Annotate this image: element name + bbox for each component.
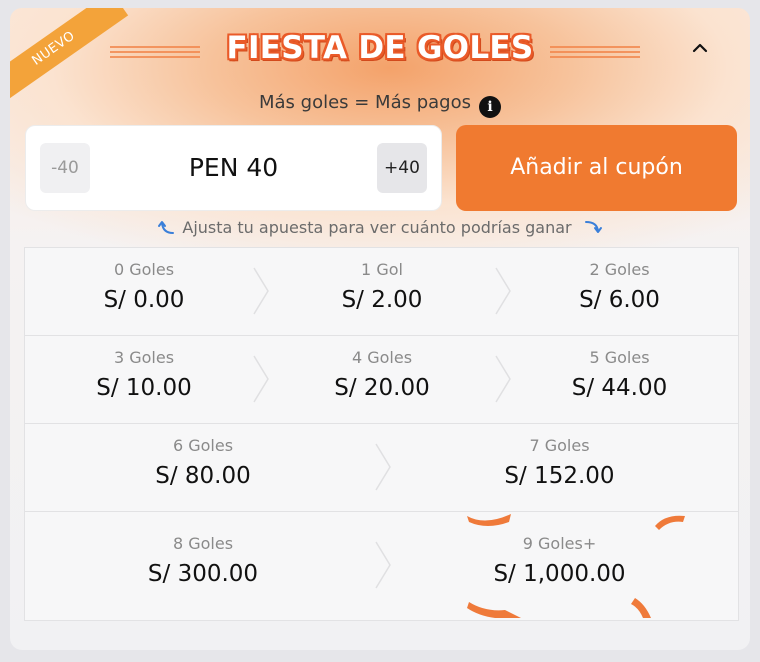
payout-cell: 1 Gol S/ 2.00 [263,248,501,347]
payout-table: 0 Goles S/ 0.00 1 Gol S/ 2.00 2 Goles S/… [24,247,739,621]
goal-fest-card: NUEVO FIESTA DE GOLES Más goles = Más pa… [10,8,750,650]
chevron-up-icon [692,43,708,53]
goals-label: 5 Goles [589,348,650,367]
payout-row: 0 Goles S/ 0.00 1 Gol S/ 2.00 2 Goles S/… [25,248,738,336]
payout-cell: 0 Goles S/ 0.00 [25,248,263,347]
goals-label: 4 Goles [351,348,413,367]
subtitle-row: Más goles = Más pagos i [10,92,750,118]
confetti-icon [467,514,511,526]
add-to-betslip-button[interactable]: Añadir al cupón [456,125,737,211]
confetti-icon [655,515,685,530]
payout-cell: 2 Goles S/ 6.00 [501,248,738,347]
payout-amount: S/ 10.00 [96,375,192,401]
confetti-icon [467,602,521,618]
collapse-button[interactable] [688,38,712,62]
payout-cell: 4 Goles S/ 20.00 [263,336,501,435]
payout-amount: S/ 44.00 [571,375,668,401]
payout-row: 3 Goles S/ 10.00 4 Goles S/ 20.00 5 Gole… [25,336,738,424]
payout-amount: S/ 300.00 [147,561,259,587]
goals-label: 9 Goles+ [522,534,597,553]
info-icon[interactable]: i [479,96,501,118]
curved-arrow-up-icon [158,221,175,234]
goals-label: 7 Goles [529,436,590,455]
payout-amount: S/ 2.00 [341,287,423,313]
payout-row: 6 Goles S/ 80.00 7 Goles S/ 152.00 [25,424,738,512]
confetti-icon [631,598,651,618]
payout-amount: S/ 152.00 [504,463,615,489]
payout-cell: 8 Goles S/ 300.00 [25,512,381,641]
title-area: FIESTA DE GOLES [10,30,750,74]
payout-amount: S/ 6.00 [579,287,660,313]
hint-text: Ajusta tu apuesta para ver cuánto podría… [182,218,572,237]
goals-label: 8 Goles [172,534,234,553]
decrease-stake-button[interactable]: -40 [40,143,90,193]
goals-label: 1 Gol [361,260,403,279]
payout-amount: S/ 80.00 [155,463,251,489]
goals-label: 0 Goles [113,260,175,279]
hint-row: Ajusta tu apuesta para ver cuánto podría… [10,217,750,237]
stake-value: PEN 40 [188,153,279,182]
payout-cell: 5 Goles S/ 44.00 [501,336,738,435]
payout-cell: 7 Goles S/ 152.00 [381,424,738,523]
subtitle: Más goles = Más pagos [258,92,471,113]
goals-label: 6 Goles [172,436,234,455]
payout-cell: 6 Goles S/ 80.00 [25,424,381,523]
increase-stake-button[interactable]: +40 [377,143,427,193]
stake-selector: -40 PEN 40 +40 [25,125,442,211]
payout-amount: S/ 20.00 [334,375,430,401]
goals-label: 3 Goles [113,348,175,367]
payout-amount: S/ 0.00 [103,287,185,313]
payout-amount: S/ 1,000.00 [493,561,626,587]
curved-arrow-down-icon [584,221,602,233]
payout-cell: 3 Goles S/ 10.00 [25,336,263,435]
page-title: FIESTA DE GOLES [226,30,534,66]
goals-label: 2 Goles [589,260,650,279]
